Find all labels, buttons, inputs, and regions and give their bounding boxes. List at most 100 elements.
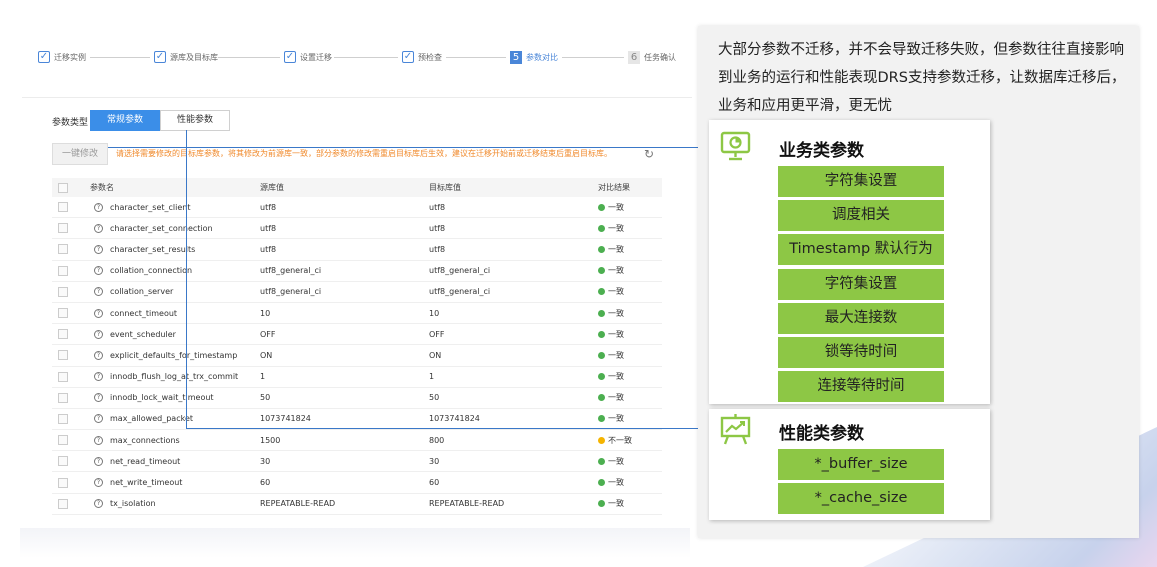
tab-regular-params[interactable]: 常规参数 — [90, 110, 161, 131]
status-icon — [598, 245, 605, 253]
result-text: 一致 — [608, 372, 624, 382]
help-icon[interactable]: ? — [94, 372, 103, 382]
row-checkbox[interactable] — [58, 392, 68, 403]
help-icon[interactable]: ? — [94, 308, 103, 318]
connector-line — [186, 130, 187, 429]
result-text: 一致 — [608, 266, 624, 276]
row-select-cell — [52, 371, 90, 382]
performance-item: *_buffer_size — [778, 449, 944, 480]
help-icon[interactable]: ? — [94, 244, 103, 254]
source-value: 30 — [260, 456, 271, 466]
source-value: 60 — [260, 478, 271, 488]
bottom-shadow — [20, 528, 690, 558]
help-icon[interactable]: ? — [94, 350, 103, 360]
row-checkbox[interactable] — [58, 202, 68, 213]
param-name-cell: ? collation_connection — [90, 266, 260, 276]
result-text: 一致 — [608, 223, 624, 233]
business-item: 字符集设置 — [778, 269, 944, 300]
result-text: 一致 — [608, 478, 624, 488]
result-text: 一致 — [608, 287, 624, 297]
row-checkbox[interactable] — [58, 308, 68, 319]
connector-line — [108, 147, 710, 148]
check-icon: ✓ — [38, 51, 50, 63]
source-value: ON — [260, 350, 273, 360]
step-3: ✓ 设置迁移 — [284, 49, 332, 65]
param-name-cell: ? max_allowed_packet — [90, 414, 260, 424]
target-value: 1073741824 — [429, 414, 480, 424]
one-click-modify-button[interactable]: 一键修改 — [52, 143, 108, 165]
status-icon — [598, 224, 605, 232]
table-row: ? character_set_client utf8 utf8 一致 — [52, 197, 662, 219]
param-name-cell: ? character_set_client — [90, 202, 260, 212]
help-icon[interactable]: ? — [94, 456, 103, 466]
row-checkbox[interactable] — [58, 498, 68, 509]
help-icon[interactable]: ? — [94, 223, 103, 233]
target-value: utf8 — [429, 244, 446, 254]
param-name-cell: ? net_read_timeout — [90, 456, 260, 466]
row-select-cell — [52, 456, 90, 467]
status-icon — [598, 203, 605, 211]
compare-result: 一致 — [598, 371, 662, 382]
source-value: utf8_general_ci — [260, 266, 322, 276]
source-value: OFF — [260, 329, 276, 339]
source-value: 10 — [260, 308, 271, 318]
help-icon[interactable]: ? — [94, 414, 103, 424]
param-name: max_allowed_packet — [110, 414, 193, 424]
help-icon[interactable]: ? — [94, 202, 103, 212]
help-icon[interactable]: ? — [94, 435, 103, 445]
row-checkbox[interactable] — [58, 244, 68, 255]
trend-board-icon — [720, 414, 751, 445]
help-icon[interactable]: ? — [94, 393, 103, 403]
param-name: net_write_timeout — [110, 478, 183, 488]
target-value: 800 — [429, 435, 445, 445]
target-value: utf8_general_ci — [429, 266, 491, 276]
help-icon[interactable]: ? — [94, 266, 103, 276]
step-connector — [446, 57, 506, 58]
row-checkbox[interactable] — [58, 286, 68, 297]
row-checkbox[interactable] — [58, 456, 68, 467]
row-checkbox[interactable] — [58, 329, 68, 340]
performance-item: *_cache_size — [778, 483, 944, 514]
table-row: ? net_write_timeout 60 60 一致 — [52, 472, 662, 494]
row-select-cell — [52, 413, 90, 424]
param-name: character_set_client — [110, 202, 191, 212]
step-label: 源库及目标库 — [170, 52, 218, 62]
help-icon[interactable]: ? — [94, 287, 103, 297]
step-label: 任务确认 — [644, 52, 676, 62]
row-select-cell — [52, 435, 90, 446]
help-icon[interactable]: ? — [94, 329, 103, 339]
param-name: innodb_lock_wait_timeout — [110, 393, 214, 403]
row-checkbox[interactable] — [58, 371, 68, 382]
hint-text: 请选择需要修改的目标库参数，将其修改为前源库一致，部分参数的修改需重启目标库后生… — [116, 149, 612, 158]
row-checkbox[interactable] — [58, 265, 68, 276]
row-checkbox[interactable] — [58, 435, 68, 446]
param-name-cell: ? collation_server — [90, 287, 260, 297]
row-checkbox[interactable] — [58, 477, 68, 488]
compare-result: 一致 — [598, 392, 662, 403]
tab-performance-params[interactable]: 性能参数 — [160, 110, 231, 131]
compare-result: 一致 — [598, 308, 662, 319]
business-item: 连接等待时间 — [778, 371, 944, 402]
row-checkbox[interactable] — [58, 350, 68, 361]
status-icon — [598, 479, 605, 487]
source-value: 50 — [260, 393, 271, 403]
refresh-icon[interactable]: ↻ — [644, 147, 654, 161]
select-all-checkbox[interactable] — [58, 182, 68, 193]
row-select-cell — [52, 244, 90, 255]
row-select-cell — [52, 350, 90, 361]
target-value: 60 — [429, 478, 440, 488]
row-checkbox[interactable] — [58, 223, 68, 234]
compare-result: 一致 — [598, 456, 662, 467]
target-value: ON — [429, 350, 442, 360]
param-name: max_connections — [110, 435, 180, 445]
row-select-cell — [52, 329, 90, 340]
select-all-cell — [52, 182, 90, 193]
business-item: Timestamp 默认行为 — [778, 234, 944, 265]
table-row: ? character_set_results utf8 utf8 一致 — [52, 239, 662, 261]
help-icon[interactable]: ? — [94, 478, 103, 488]
check-icon: ✓ — [284, 51, 296, 63]
table-row: ? collation_connection utf8_general_ci utf8… — [52, 261, 662, 282]
row-checkbox[interactable] — [58, 413, 68, 424]
help-icon[interactable]: ? — [94, 499, 103, 509]
result-text: 一致 — [608, 308, 624, 318]
